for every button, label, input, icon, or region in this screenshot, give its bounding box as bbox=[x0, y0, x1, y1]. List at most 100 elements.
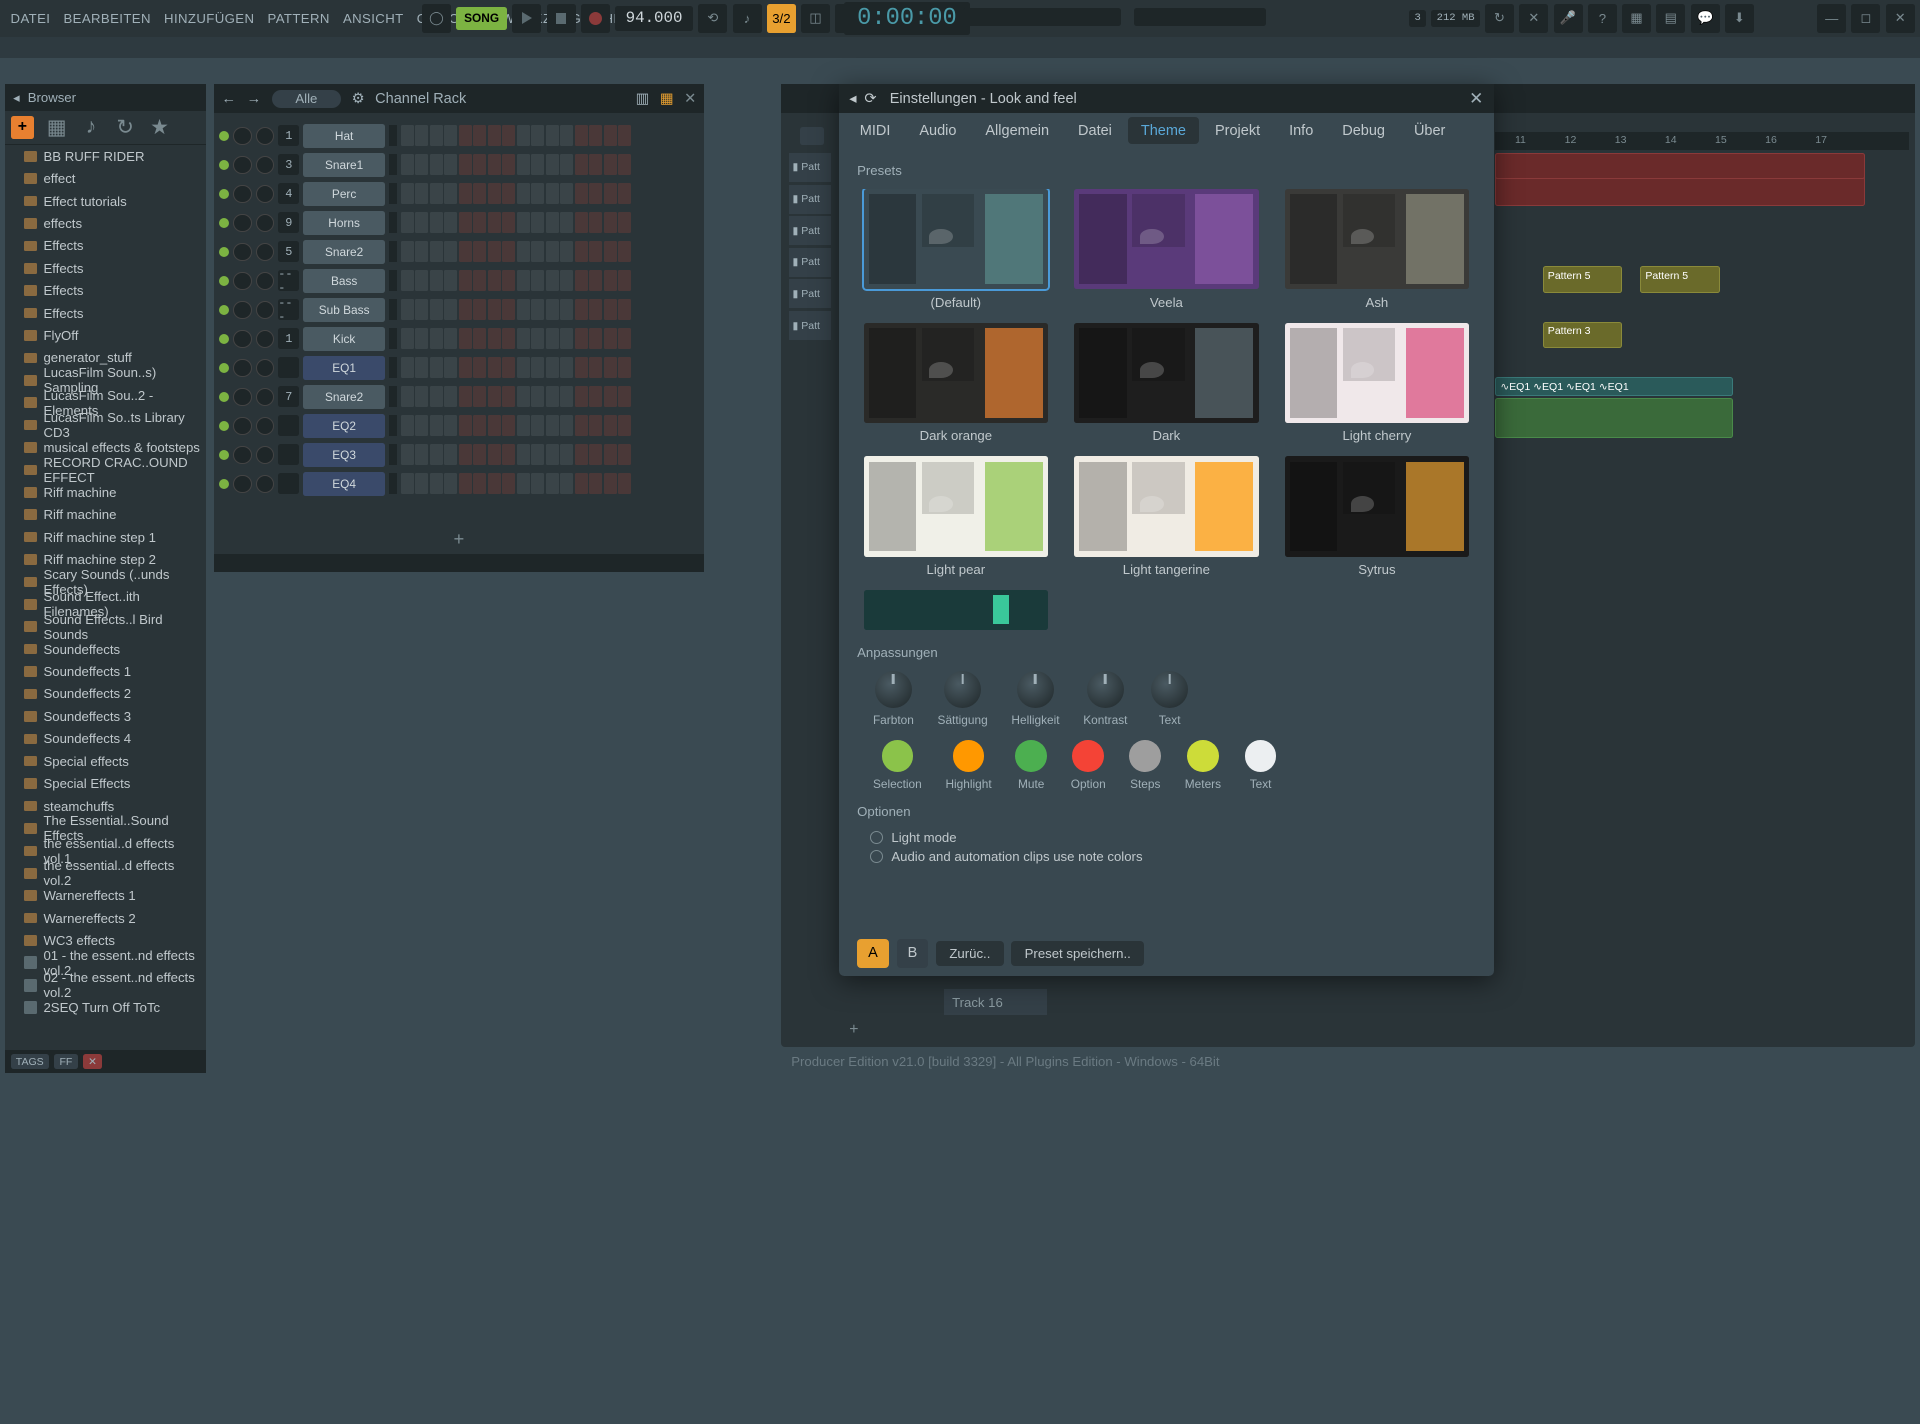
pan-knob[interactable] bbox=[233, 156, 251, 174]
step-cell[interactable] bbox=[430, 328, 443, 349]
step-cell[interactable] bbox=[546, 125, 559, 146]
browser-tool-2[interactable]: ♪ bbox=[79, 116, 103, 140]
pan-knob[interactable] bbox=[233, 243, 251, 261]
step-cell[interactable] bbox=[618, 183, 631, 204]
step-cell[interactable] bbox=[415, 241, 428, 262]
step-cell[interactable] bbox=[517, 212, 530, 233]
settings-nav-back-icon[interactable]: ◂ bbox=[849, 91, 856, 107]
vol-knob[interactable] bbox=[256, 243, 274, 261]
step-cell[interactable] bbox=[488, 154, 501, 175]
download-icon[interactable]: ⬇ bbox=[1725, 4, 1754, 33]
pan-knob[interactable] bbox=[233, 475, 251, 493]
step-cell[interactable] bbox=[488, 299, 501, 320]
playlist-ruler[interactable]: 11121314151617 bbox=[1495, 132, 1909, 150]
step-cell[interactable] bbox=[575, 125, 588, 146]
clip-pattern5b[interactable]: Pattern 5 bbox=[1640, 266, 1719, 292]
minimize-icon[interactable]: — bbox=[1817, 4, 1846, 33]
channel-selector[interactable] bbox=[389, 125, 397, 146]
add-track-button[interactable]: + bbox=[849, 1021, 867, 1039]
mixer-route[interactable]: 5 bbox=[278, 241, 299, 262]
step-cell[interactable] bbox=[502, 125, 515, 146]
step-cell[interactable] bbox=[618, 154, 631, 175]
theme-preset[interactable]: (Default) bbox=[857, 189, 1054, 309]
step-cell[interactable] bbox=[517, 241, 530, 262]
tool-icon-3[interactable]: ◫ bbox=[801, 4, 830, 33]
vol-knob[interactable] bbox=[256, 214, 274, 232]
pan-knob[interactable] bbox=[233, 127, 251, 145]
step-cell[interactable] bbox=[589, 357, 602, 378]
menu-pattern[interactable]: PATTERN bbox=[262, 8, 335, 28]
step-cell[interactable] bbox=[401, 270, 414, 291]
step-cell[interactable] bbox=[589, 212, 602, 233]
step-cell[interactable] bbox=[502, 241, 515, 262]
maximize-icon[interactable]: ◻ bbox=[1851, 4, 1880, 33]
channel-name-button[interactable]: Sub Bass bbox=[303, 298, 385, 322]
step-cell[interactable] bbox=[401, 415, 414, 436]
record-button[interactable] bbox=[581, 4, 610, 33]
channel-selector[interactable] bbox=[389, 357, 397, 378]
compare-a-button[interactable]: A bbox=[857, 939, 889, 968]
step-cell[interactable] bbox=[531, 241, 544, 262]
step-cell[interactable] bbox=[604, 212, 617, 233]
browser-tree[interactable]: BB RUFF RIDEReffectEffect tutorialseffec… bbox=[5, 145, 205, 1050]
step-cell[interactable] bbox=[488, 125, 501, 146]
pattern-item[interactable]: ▮ Patt bbox=[789, 311, 831, 340]
pattern-item[interactable]: ▮ Patt bbox=[789, 248, 831, 277]
cr-close-icon[interactable]: ✕ bbox=[684, 91, 696, 107]
cr-filter-dropdown[interactable]: Alle bbox=[272, 90, 341, 108]
step-cell[interactable] bbox=[473, 444, 486, 465]
step-cell[interactable] bbox=[618, 299, 631, 320]
step-cell[interactable] bbox=[531, 270, 544, 291]
browser-item[interactable]: Soundeffects 3 bbox=[5, 705, 205, 727]
cr-pattern-icon[interactable]: ▦ bbox=[660, 91, 674, 107]
browser-item[interactable]: Effects bbox=[5, 257, 205, 279]
color-swatch[interactable] bbox=[953, 740, 985, 772]
step-cell[interactable] bbox=[473, 357, 486, 378]
close-app-icon[interactable]: ✕ bbox=[1886, 4, 1915, 33]
step-cell[interactable] bbox=[517, 125, 530, 146]
step-cell[interactable] bbox=[604, 183, 617, 204]
step-cell[interactable] bbox=[401, 328, 414, 349]
step-cell[interactable] bbox=[459, 386, 472, 407]
step-cell[interactable] bbox=[531, 386, 544, 407]
step-cell[interactable] bbox=[618, 444, 631, 465]
step-cell[interactable] bbox=[618, 473, 631, 494]
step-cell[interactable] bbox=[401, 241, 414, 262]
step-cell[interactable] bbox=[560, 154, 573, 175]
step-cell[interactable] bbox=[415, 183, 428, 204]
step-cell[interactable] bbox=[430, 154, 443, 175]
step-cell[interactable] bbox=[459, 328, 472, 349]
clip-audio[interactable] bbox=[1495, 153, 1864, 179]
browser-item[interactable]: Riff machine bbox=[5, 504, 205, 526]
step-cell[interactable] bbox=[604, 386, 617, 407]
color-swatch[interactable] bbox=[1129, 740, 1161, 772]
color-swatch[interactable] bbox=[1187, 740, 1219, 772]
step-cell[interactable] bbox=[517, 183, 530, 204]
song-mode-button[interactable]: SONG bbox=[456, 7, 507, 31]
pan-knob[interactable] bbox=[233, 214, 251, 232]
step-cell[interactable] bbox=[517, 415, 530, 436]
step-cell[interactable] bbox=[415, 444, 428, 465]
vol-knob[interactable] bbox=[256, 359, 274, 377]
step-cell[interactable] bbox=[546, 328, 559, 349]
step-cell[interactable] bbox=[589, 183, 602, 204]
pan-knob[interactable] bbox=[233, 388, 251, 406]
mixer-route[interactable]: 3 bbox=[278, 154, 299, 175]
step-cell[interactable] bbox=[531, 328, 544, 349]
vol-knob[interactable] bbox=[256, 446, 274, 464]
channel-selector[interactable] bbox=[389, 270, 397, 291]
step-cell[interactable] bbox=[546, 386, 559, 407]
step-cell[interactable] bbox=[459, 299, 472, 320]
settings-tab-debug[interactable]: Debug bbox=[1329, 117, 1398, 144]
step-cell[interactable] bbox=[415, 125, 428, 146]
step-cell[interactable] bbox=[589, 125, 602, 146]
step-cell[interactable] bbox=[618, 328, 631, 349]
stop-button[interactable] bbox=[547, 4, 576, 33]
clip-pattern3[interactable]: Pattern 3 bbox=[1543, 322, 1622, 348]
color-swatch[interactable] bbox=[1245, 740, 1277, 772]
step-cell[interactable] bbox=[502, 386, 515, 407]
step-cell[interactable] bbox=[575, 212, 588, 233]
step-cell[interactable] bbox=[531, 357, 544, 378]
step-cell[interactable] bbox=[589, 241, 602, 262]
vol-knob[interactable] bbox=[256, 127, 274, 145]
